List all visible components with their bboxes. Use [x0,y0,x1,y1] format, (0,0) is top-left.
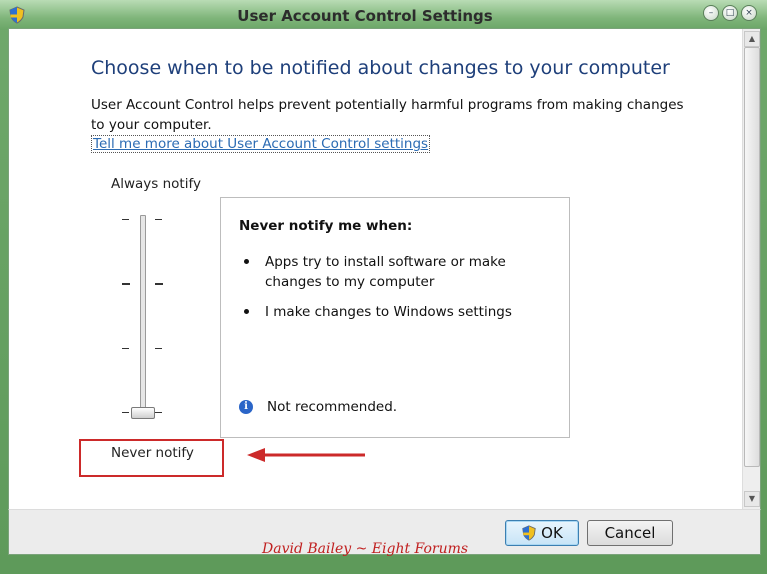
watermark-signature: David Bailey ~ Eight Forums [262,541,469,557]
content-pane: Choose when to be notified about changes… [8,28,761,510]
bullet-icon [244,259,249,264]
slider-top-label: Always notify [111,176,201,192]
list-item: I make changes to Windows settings [239,302,559,322]
list-item-text: Apps try to install software or make cha… [265,254,506,290]
window-title: User Account Control Settings [237,7,493,25]
ok-button[interactable]: OK [505,520,579,546]
panel-heading: Never notify me when: [239,218,413,234]
description-text: User Account Control helps prevent poten… [91,97,684,133]
slider-tick [122,412,129,413]
list-item-text: I make changes to Windows settings [265,304,512,320]
panel-bullet-list: Apps try to install software or make cha… [239,252,559,332]
cancel-button-label: Cancel [604,524,656,542]
close-button[interactable]: × [741,5,757,21]
slider-tick [155,219,162,220]
list-item: Apps try to install software or make cha… [239,252,559,292]
cancel-button[interactable]: Cancel [587,520,673,546]
uac-shield-icon [522,525,536,541]
uac-window: User Account Control Settings – □ × Choo… [0,0,767,574]
scroll-up-arrow-icon[interactable]: ▲ [744,31,760,47]
learn-more-link[interactable]: Tell me more about User Account Control … [91,135,431,153]
maximize-button[interactable]: □ [722,5,738,21]
slider-tick [122,283,130,285]
description-panel: Never notify me when: Apps try to instal… [220,197,570,438]
title-bar[interactable]: User Account Control Settings – □ × [0,0,767,30]
page-title: Choose when to be notified about changes… [91,57,670,79]
slider-tick [155,283,163,285]
slider-thumb[interactable] [131,407,155,419]
slider-track[interactable] [140,215,146,417]
recommendation-text: Not recommended. [267,399,398,415]
annotation-highlight-box [79,439,224,477]
slider-tick [122,219,129,220]
slider-tick [155,348,162,349]
slider-tick [155,412,162,413]
info-icon: i [239,400,253,414]
bullet-icon [244,309,249,314]
minimize-button[interactable]: – [703,5,719,21]
scrollbar-thumb[interactable] [744,47,760,467]
slider-tick [122,348,129,349]
ok-button-label: OK [541,524,563,542]
scroll-down-arrow-icon[interactable]: ▼ [744,491,760,507]
recommendation-note: i Not recommended. [239,399,397,415]
annotation-arrow-icon [247,448,365,462]
window-controls: – □ × [703,5,757,21]
vertical-scrollbar[interactable]: ▲ ▼ [742,29,760,509]
